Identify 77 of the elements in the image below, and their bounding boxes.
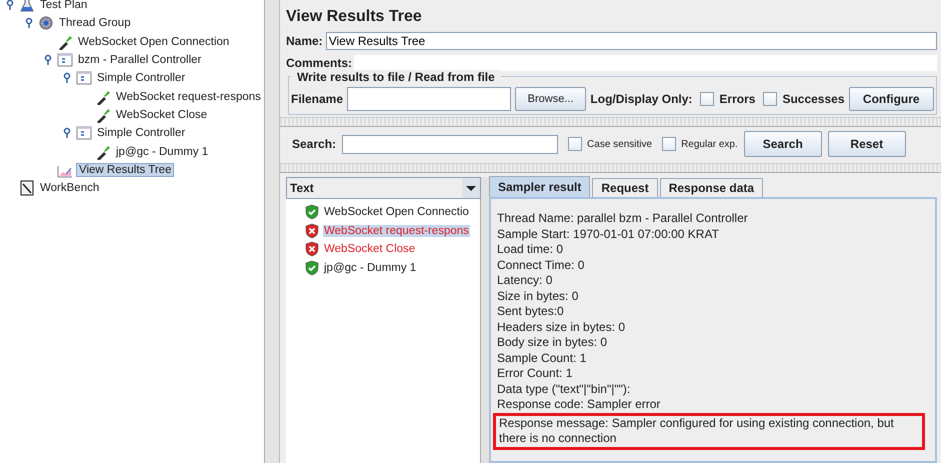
pipette-icon <box>57 34 73 50</box>
shield-cross-icon <box>304 222 320 239</box>
field-label: Log/Display Only: <box>590 92 692 106</box>
result-line: Sample Count: 1 <box>497 350 588 366</box>
result-line: Headers size in bytes: 0 <box>497 320 626 335</box>
pipette-icon <box>95 144 111 160</box>
result-line: Sent bytes:0 <box>497 304 565 320</box>
pipette-icon <box>95 106 111 123</box>
caret-icon <box>462 178 480 198</box>
checkbox[interactable] <box>763 92 778 106</box>
tree-item[interactable]: jp@gc - Dummy 1 <box>114 146 210 158</box>
tree-item[interactable]: Test Plan <box>38 0 90 12</box>
splitter[interactable] <box>280 163 941 173</box>
group-title: Write results to file / Read from file <box>291 70 501 84</box>
dropdown-value: Text <box>289 181 314 195</box>
panel-title: View Results Tree <box>286 7 423 27</box>
expand-handle-icon <box>42 54 54 66</box>
result-line: Latency: 0 <box>497 273 554 288</box>
gear-icon <box>38 15 54 32</box>
result-line: Load time: 0 <box>497 242 564 258</box>
notebook-icon <box>19 180 35 196</box>
result-item[interactable]: WebSocket Close <box>323 243 416 256</box>
expand-handle-icon <box>23 17 35 30</box>
result-line: Thread Name: parallel bzm - Parallel Controller <box>497 211 749 226</box>
pipette-icon <box>95 88 111 105</box>
search-field[interactable] <box>342 134 558 154</box>
result-line: Body size in bytes: 0 <box>497 335 608 350</box>
shield-check-icon <box>304 260 320 276</box>
window-icon <box>76 125 92 142</box>
splitter[interactable] <box>280 117 941 127</box>
result-item[interactable]: jp@gc - Dummy 1 <box>323 262 418 274</box>
result-line: Size in bytes: 0 <box>497 288 580 304</box>
field-label: Search: <box>292 137 336 151</box>
result-line: Connect Time: 0 <box>497 258 586 273</box>
configure-button[interactable]: Configure <box>848 87 934 111</box>
expand-handle-icon <box>61 127 73 140</box>
checkbox-label: Case sensitive <box>587 138 652 150</box>
checkbox[interactable] <box>662 137 676 151</box>
checkbox-label: Errors <box>719 92 756 106</box>
expand-handle-icon <box>4 0 16 12</box>
tab[interactable]: Response data <box>660 178 764 197</box>
result-line: Response code: Sampler error <box>497 397 662 412</box>
renderer-dropdown[interactable]: Text <box>286 177 481 199</box>
shield-cross-icon <box>304 241 320 258</box>
checkbox-label: Regular exp. <box>681 138 738 150</box>
result-item[interactable]: WebSocket Open Connectio <box>323 206 470 218</box>
tree-item[interactable]: WorkBench <box>38 182 102 194</box>
checkbox[interactable] <box>568 137 582 151</box>
search-button[interactable]: Search <box>744 131 822 157</box>
name-field[interactable]: View Results Tree <box>326 32 937 50</box>
field-label: Comments: <box>286 56 352 70</box>
tree-item[interactable]: bzm - Parallel Controller <box>76 54 204 66</box>
window-icon <box>76 70 92 86</box>
flask-icon <box>19 0 35 14</box>
tab[interactable]: Request <box>592 178 658 197</box>
window-icon <box>57 52 73 68</box>
tree-item[interactable]: Thread Group <box>57 17 133 30</box>
expand-handle-icon <box>61 72 73 84</box>
filename-field[interactable] <box>347 87 511 111</box>
field-label: Filename <box>291 92 344 106</box>
tree-item[interactable]: Simple Controller <box>95 72 188 84</box>
tree-item[interactable]: WebSocket Close <box>114 108 210 121</box>
field-label: Name: <box>286 34 323 48</box>
splitter[interactable] <box>264 0 280 463</box>
result-line: Sample Start: 1970-01-01 07:00:00 KRAT <box>497 226 720 242</box>
tree-item[interactable]: WebSocket request-respons <box>114 90 263 103</box>
browse-button[interactable]: Browse... <box>514 87 586 111</box>
checkbox[interactable] <box>700 92 714 106</box>
result-line: Error Count: 1 <box>497 366 574 382</box>
result-line: Data type ("text"|"bin"|""): <box>497 382 632 397</box>
checkbox-label: Successes <box>782 92 845 106</box>
tree-item[interactable]: WebSocket Open Connection <box>76 36 232 48</box>
search-button[interactable]: Reset <box>828 131 906 157</box>
tree-item[interactable]: Simple Controller <box>95 127 188 140</box>
tree-item[interactable]: View Results Tree <box>76 162 174 177</box>
shield-check-icon <box>304 204 320 220</box>
tab[interactable]: Sampler result <box>489 176 590 197</box>
